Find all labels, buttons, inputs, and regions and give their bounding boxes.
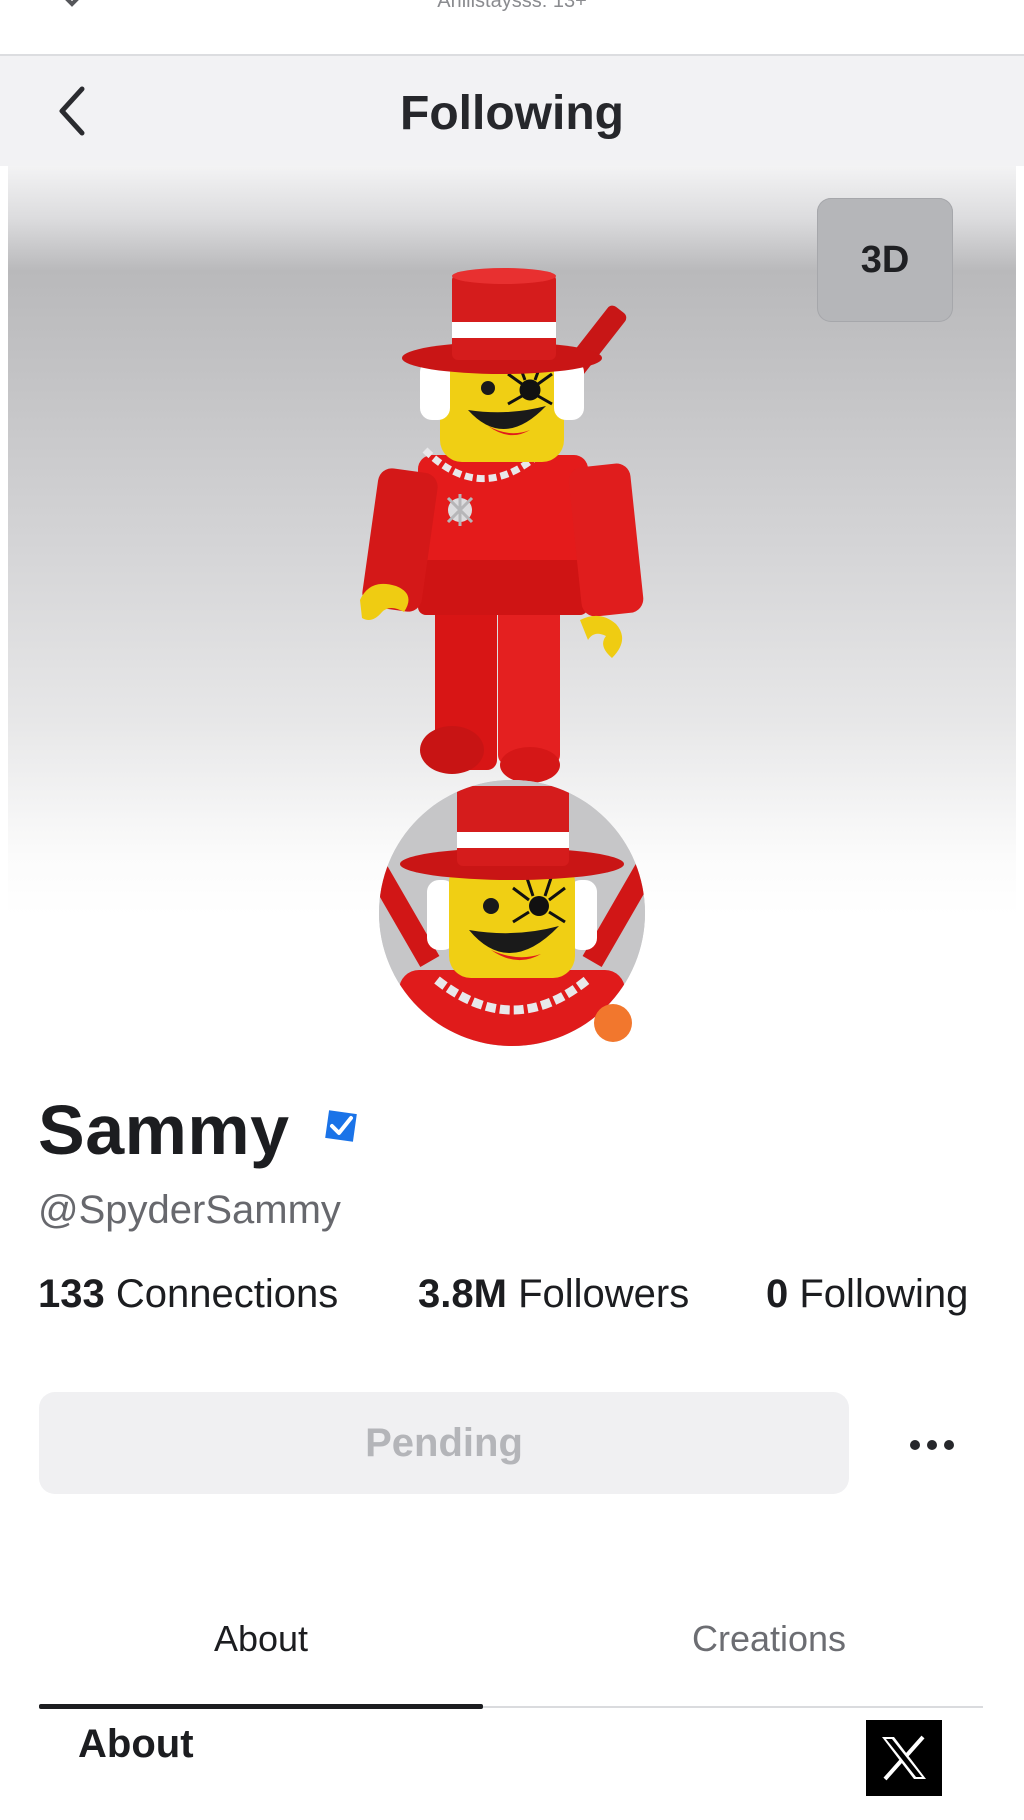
presence-indicator [594,1004,632,1042]
dot [910,1440,920,1450]
pending-button[interactable]: Pending [39,1392,849,1494]
display-name: Sammy [38,1091,290,1169]
connections-count: 133 [38,1272,105,1316]
x-social-icon[interactable] [866,1720,942,1796]
stat-connections[interactable]: 133 Connections [38,1272,338,1317]
followers-count: 3.8M [418,1272,507,1316]
stat-followers[interactable]: 3.8M Followers [418,1272,689,1317]
about-heading: About [78,1722,194,1766]
active-tab-indicator [39,1704,483,1709]
more-options-icon[interactable] [892,1410,972,1480]
stat-following[interactable]: 0 Following [766,1272,968,1317]
page-header: Following [0,56,1024,166]
toggle-3d-button[interactable]: 3D [817,198,953,322]
following-count: 0 [766,1272,789,1316]
dot [944,1440,954,1450]
tab-creations[interactable]: Creations [547,1580,991,1698]
username: @SpyderSammy [38,1188,341,1232]
dot [927,1440,937,1450]
connections-label: Connections [115,1272,339,1316]
avatar-figure [340,260,680,800]
page-title: Following [400,87,624,140]
tab-about[interactable]: About [39,1580,483,1698]
profile-tabs: About Creations [39,1580,983,1710]
modal-subtitle: Ariiiistaysss: 13+ [437,0,587,12]
followers-label: Followers [518,1272,690,1316]
following-label: Following [799,1272,969,1316]
profile-stats: 133 Connections 3.8M Followers 0 Followi… [38,1272,998,1328]
top-modal-bar: Ariiiistaysss: 13+ [0,0,1024,56]
verified-badge-icon [320,1105,362,1147]
